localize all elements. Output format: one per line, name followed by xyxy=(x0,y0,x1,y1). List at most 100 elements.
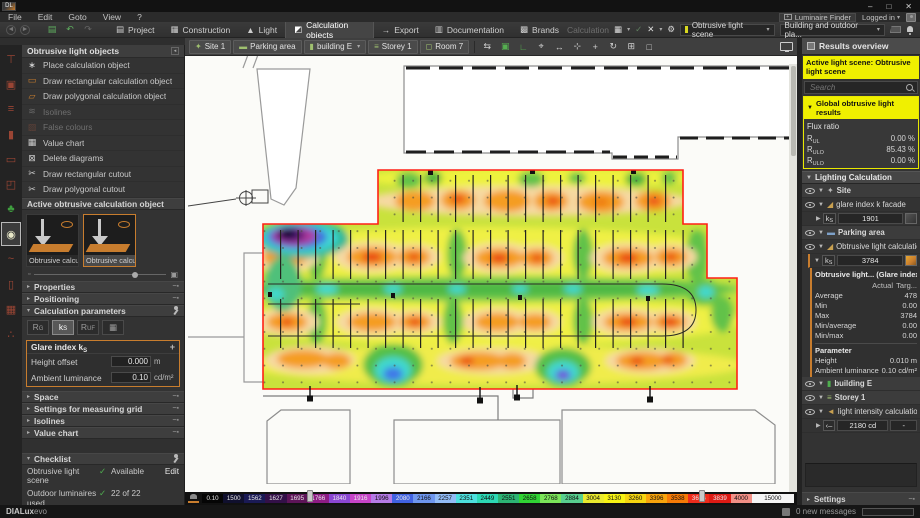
view-3d-tool-icon[interactable] xyxy=(1,72,21,96)
section-calculation-parameters[interactable]: ▾ Calculation parameters xyxy=(22,304,184,317)
visibility-eye-icon[interactable] xyxy=(805,394,815,402)
section-isolines[interactable]: ▸ Isolines −▪ xyxy=(22,414,184,427)
chevron-down-icon[interactable]: ▾ xyxy=(659,26,662,33)
tab-documentation[interactable]: ▥ Documentation xyxy=(427,22,512,38)
tree-item-glare-facade[interactable]: ▼ ◢ glare index k facade xyxy=(802,198,920,213)
tab-export[interactable]: → Export xyxy=(374,22,427,38)
tool-place-calculation-object[interactable]: Place calculation object xyxy=(22,58,184,74)
tab-project[interactable]: ▤ Project xyxy=(108,22,163,38)
rotate-view-icon[interactable]: ↻ xyxy=(606,40,620,54)
luminaire-tool-icon[interactable] xyxy=(1,47,21,71)
section-checklist[interactable]: ▾ Checklist xyxy=(22,452,184,465)
room-tool-icon[interactable] xyxy=(1,147,21,171)
scheme-tool-icon[interactable] xyxy=(1,322,21,346)
site-plan-canvas[interactable] xyxy=(185,51,797,492)
breadcrumb-parking-area[interactable]: ▬ Parking area xyxy=(233,39,302,54)
breadcrumb-storey[interactable]: ≡ Storey 1 xyxy=(368,39,418,54)
section-value-chart[interactable]: ▸ Value chart −▪ xyxy=(22,426,184,439)
light-scene-select[interactable]: Obtrusive light scene ▾ xyxy=(679,21,775,39)
vegetation-tool-icon[interactable] xyxy=(1,197,21,221)
measure-tool-icon[interactable]: ↔ xyxy=(552,40,566,54)
tab-light[interactable]: ▲ Light xyxy=(238,22,285,38)
visibility-eye-icon[interactable] xyxy=(805,408,815,416)
height-offset-field[interactable] xyxy=(111,356,151,367)
visibility-eye-icon[interactable] xyxy=(805,243,815,251)
tab-construction[interactable]: ▦ Construction xyxy=(163,22,239,38)
param-grid-button[interactable]: ▦ xyxy=(102,319,124,335)
menu-goto[interactable]: Goto xyxy=(66,12,88,22)
calculation-mode-icon[interactable]: ▦ xyxy=(614,24,622,35)
tool-draw-rectangular-calculation-object[interactable]: Draw rectangular calculation object xyxy=(22,74,184,89)
fit-view-icon[interactable]: ⊞ xyxy=(624,40,638,54)
search-input[interactable] xyxy=(808,82,905,94)
align-tool-icon[interactable]: ⇆ xyxy=(480,40,494,54)
frame-view-icon[interactable]: □ xyxy=(642,40,656,54)
global-results-header[interactable]: ▼ Global obtrusive light results xyxy=(804,97,918,120)
tool-isolines[interactable]: Isolines xyxy=(22,105,184,120)
solid-view-icon[interactable]: ▣ xyxy=(498,40,512,54)
param-ruf-button[interactable]: R UF xyxy=(77,319,99,335)
column-tool-icon[interactable] xyxy=(1,122,21,146)
dimension-tool-icon[interactable]: ⊹ xyxy=(570,40,584,54)
cancel-calculation-icon[interactable]: ✕ xyxy=(647,24,654,35)
lighting-calculation-header[interactable]: ▼ Lighting Calculation xyxy=(802,171,920,185)
zoom-in-icon[interactable]: + xyxy=(588,40,602,54)
save-icon[interactable]: ▤ xyxy=(46,24,58,35)
maximize-button[interactable]: □ xyxy=(886,2,891,11)
undo-icon[interactable]: ↶ xyxy=(64,24,76,35)
tool-draw-polygonal-calculation-object[interactable]: Draw polygonal calculation object xyxy=(22,89,184,105)
tree-item-intensity-point[interactable]: ▼ ◄ light intensity calculation point xyxy=(802,405,920,420)
settings-bar[interactable]: ▸ Settings −▪ xyxy=(802,492,920,505)
tool-draw-rectangular-cutout[interactable]: Draw rectangular cutout xyxy=(22,167,184,182)
tree-item-parking-area[interactable]: ▼ ▬ Parking area xyxy=(802,226,920,241)
scale-handle-lower[interactable] xyxy=(307,490,314,502)
gear-icon[interactable]: ⚙ xyxy=(667,24,675,35)
visibility-eye-icon[interactable] xyxy=(805,187,815,195)
section-space[interactable]: ▸ Space −▪ xyxy=(22,390,184,403)
monitor-view-icon[interactable] xyxy=(780,42,793,52)
edit-link[interactable]: Edit xyxy=(165,467,179,476)
menu-help[interactable]: ? xyxy=(135,12,144,22)
user-avatar[interactable] xyxy=(906,12,916,22)
menu-file[interactable]: File xyxy=(6,12,24,22)
menu-edit[interactable]: Edit xyxy=(36,12,55,22)
tool-value-chart[interactable]: Value chart xyxy=(22,136,184,151)
visibility-eye-icon[interactable] xyxy=(805,380,815,388)
light-line-tool-icon[interactable] xyxy=(1,97,21,121)
chevron-down-icon[interactable]: ▾ xyxy=(627,26,630,33)
result-thumbnail[interactable] xyxy=(905,213,917,225)
obtrusive-calc-object-thumb-2[interactable]: Obtrusive calcul... xyxy=(83,213,136,267)
scale-handle-upper[interactable] xyxy=(699,490,706,502)
param-ks-button[interactable]: kS xyxy=(52,319,74,335)
visibility-eye-icon[interactable] xyxy=(805,229,815,237)
section-properties[interactable]: ▸ Properties −▪ xyxy=(22,280,184,293)
redo-icon[interactable]: ↷ xyxy=(82,24,94,35)
zoom-in-icon[interactable]: ▣ xyxy=(170,270,178,279)
tool-draw-polygonal-cutout[interactable]: Draw polygonal cutout xyxy=(22,182,184,198)
obtrusive-surface-value-row[interactable]: ▼ kS 3784 xyxy=(808,254,920,269)
param-rg-button[interactable]: RG xyxy=(27,319,49,335)
section-measuring-grid[interactable]: ▸ Settings for measuring grid −▪ xyxy=(22,402,184,415)
back-button[interactable]: ◄ xyxy=(6,24,16,35)
minimize-button[interactable]: – xyxy=(868,2,872,11)
tool-false-colours[interactable]: False colours xyxy=(22,120,184,136)
door-tool-icon[interactable] xyxy=(1,272,21,296)
thumbnail-size-slider[interactable] xyxy=(34,271,167,278)
angle-grid-icon[interactable]: ∟ xyxy=(516,40,530,54)
floorplan-tool-icon[interactable] xyxy=(1,172,21,196)
tree-item-site[interactable]: ▼ ✦ Site xyxy=(802,184,920,199)
visibility-eye-icon[interactable] xyxy=(805,201,815,209)
messages-label[interactable]: 0 new messages xyxy=(796,507,856,516)
add-parameter-button[interactable]: + xyxy=(170,342,175,352)
ambient-luminance-field[interactable] xyxy=(111,372,151,383)
tree-item-obtrusive-surface[interactable]: ▼ ◢ Obtrusive light calculation sur... xyxy=(802,240,920,255)
presentation-icon[interactable] xyxy=(889,26,902,33)
menu-view[interactable]: View xyxy=(101,12,123,22)
tree-item-storey[interactable]: ▼ ≡ Storey 1 xyxy=(802,391,920,406)
calc-surface-tool-icon[interactable] xyxy=(1,297,21,321)
breadcrumb-room[interactable]: ◻ Room 7 xyxy=(419,39,470,54)
obtrusive-light-tool-icon[interactable] xyxy=(1,222,21,246)
canvas-vertical-scrollbar[interactable] xyxy=(789,64,797,492)
breadcrumb-site[interactable]: ✦ Site 1 xyxy=(189,39,232,54)
tree-item-building[interactable]: ▼ ▮ building E xyxy=(802,377,920,392)
